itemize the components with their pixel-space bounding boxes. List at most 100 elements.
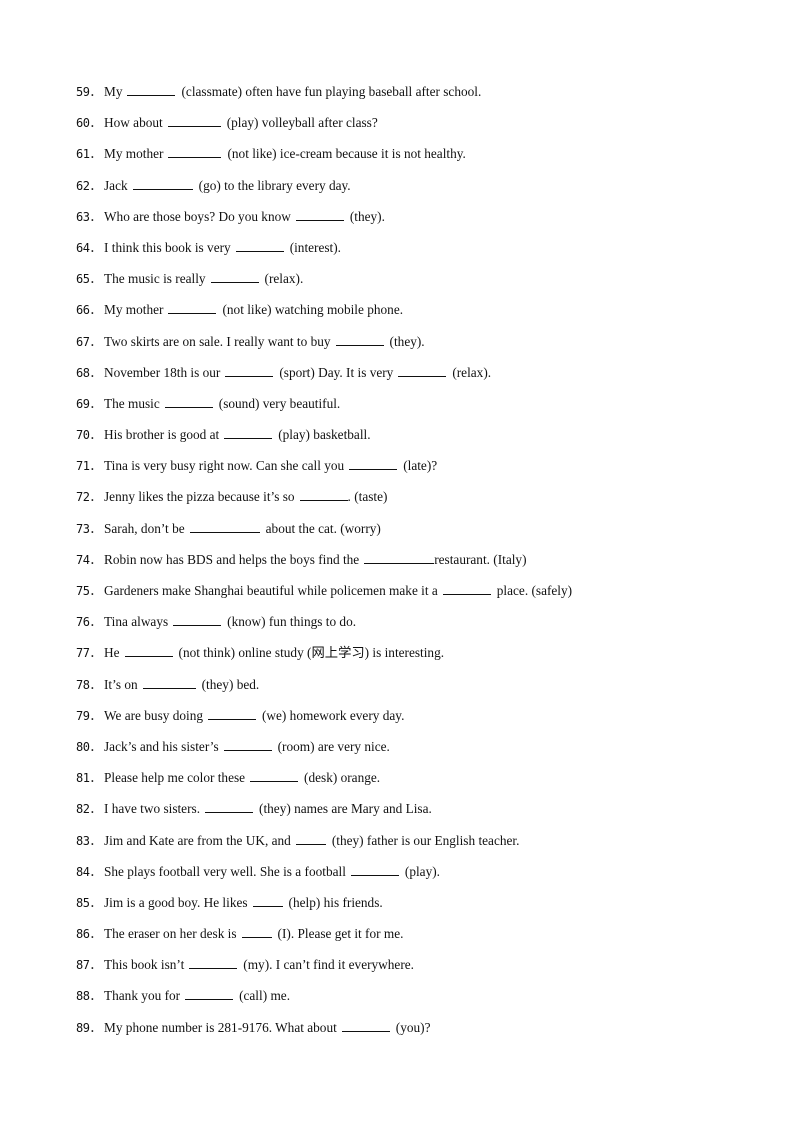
question-item: 77． He (not think) online study (网上学习) is …	[76, 644, 572, 675]
answer-blank[interactable]	[235, 239, 284, 252]
question-number: 89．	[76, 1020, 101, 1035]
answer-blank[interactable]	[167, 114, 221, 128]
answer-blank[interactable]	[124, 644, 173, 658]
question-number: 70．	[76, 428, 101, 443]
answer-blank[interactable]	[208, 707, 256, 720]
answer-blank[interactable]	[241, 925, 272, 939]
answer-blank[interactable]	[132, 177, 193, 190]
question-number: 62．	[76, 178, 101, 193]
question-number: 64．	[76, 240, 101, 255]
answer-blank[interactable]	[398, 364, 447, 377]
question-number: 85．	[76, 895, 101, 910]
question-item: 62． Jack (go) to the library every day.	[76, 177, 572, 208]
question-number: 82．	[76, 802, 101, 817]
question-text-after-blank: (know) fun things to do.	[227, 614, 357, 630]
answer-blank[interactable]	[364, 551, 435, 564]
answer-blank[interactable]	[210, 270, 259, 284]
question-item: 63． Who are those boys? Do you know (they)…	[76, 208, 572, 239]
question-text-after-blank: place. (safely)	[496, 583, 573, 598]
question-item: 79． We are busy doing (we) homework every …	[76, 707, 572, 738]
answer-blank[interactable]	[168, 145, 222, 159]
question-item: 78． It’s on (they) bed.	[76, 676, 572, 707]
question-number: 66．	[76, 303, 101, 318]
question-text-before-blank: Jack	[104, 177, 128, 193]
question-item: 68． November 18th is our (sport) Day. It i…	[76, 364, 572, 395]
question-text-before-blank: We are busy doing	[104, 707, 203, 723]
answer-blank[interactable]	[299, 488, 348, 502]
answer-blank[interactable]	[295, 208, 344, 221]
question-text-before-blank: This book isn’t	[104, 957, 185, 973]
answer-blank[interactable]	[164, 395, 213, 408]
answer-blank[interactable]	[225, 364, 274, 377]
question-item: 70． His brother is good at (play) basketba…	[76, 426, 572, 457]
answer-blank[interactable]	[442, 582, 491, 595]
question-text-after-blank: (relax).	[264, 271, 304, 287]
question-text-before-blank: Please help me color these	[104, 770, 246, 786]
answer-blank[interactable]	[252, 894, 283, 907]
question-number: 72．	[76, 490, 101, 505]
answer-blank[interactable]	[335, 333, 384, 346]
question-item: 85． Jim is a good boy. He likes (help) his…	[76, 894, 572, 925]
question-text-after-blank: . (taste)	[347, 489, 388, 505]
question-number: 63．	[76, 209, 101, 224]
question-item: 81． Please help me color these (desk) oran…	[76, 769, 572, 800]
question-text-before-blank: Two skirts are on sale. I really want to…	[104, 333, 331, 349]
question-text-before-blank: Robin now has BDS and helps the boys fin…	[104, 551, 360, 567]
question-text-before-blank: She plays football very well. She is a f…	[104, 863, 346, 879]
question-text-after-blank: (room) are very nice.	[277, 738, 390, 754]
answer-blank[interactable]	[349, 457, 398, 471]
answer-blank[interactable]	[127, 83, 176, 96]
question-number: 88．	[76, 989, 101, 1004]
question-text-before-blank: November 18th is our	[104, 364, 221, 380]
answer-blank[interactable]	[185, 987, 234, 1001]
question-text-before-blank: He	[104, 645, 120, 661]
answer-blank[interactable]	[142, 676, 196, 689]
question-item: 87． This book isn’t (my). I can’t find it …	[76, 956, 572, 987]
question-item: 71． Tina is very busy right now. Can she …	[76, 457, 572, 488]
question-item: 60． How about (play) volleyball after clas…	[76, 114, 572, 145]
question-text-after-blank: (play) basketball.	[278, 427, 371, 443]
answer-blank[interactable]	[173, 613, 222, 627]
answer-blank[interactable]	[250, 769, 299, 783]
question-text-after-blank: (go) to the library every day.	[198, 177, 351, 193]
answer-blank[interactable]	[350, 863, 399, 876]
question-text-before-blank: His brother is good at	[104, 427, 220, 443]
answer-blank[interactable]	[341, 1019, 390, 1032]
question-item: 69． The music (sound) very beautiful.	[76, 395, 572, 426]
question-list: 59． My (classmate) often have fun playing …	[76, 83, 572, 1050]
answer-blank[interactable]	[205, 800, 254, 814]
question-number: 69．	[76, 396, 101, 411]
question-item: 59． My (classmate) often have fun playing …	[76, 83, 572, 114]
answer-blank[interactable]	[223, 738, 272, 751]
question-item: 88． Thank you for (call) me.	[76, 987, 572, 1018]
question-text-after-blank: (late)?	[403, 458, 438, 474]
question-text-after-blank: (call) me.	[239, 988, 291, 1004]
question-text-after-blank: (desk) orange.	[304, 770, 381, 786]
question-text-after-blank: (they) bed.	[201, 676, 260, 692]
answer-blank[interactable]	[224, 426, 273, 440]
question-text-after-blank: (they) father is our English teacher.	[331, 832, 520, 848]
question-text-before-blank: Jim and Kate are from the UK, and	[104, 832, 291, 848]
question-text-before-blank: My mother	[104, 146, 164, 162]
question-item: 83． Jim and Kate are from the UK, and (the…	[76, 832, 572, 863]
question-text-before-blank: Jenny likes the pizza because it’s so	[104, 489, 295, 505]
question-text-before-blank: The music is really	[104, 271, 206, 287]
question-text-after-blank: (not like) ice-cream because it is not h…	[227, 146, 466, 162]
answer-blank[interactable]	[295, 832, 326, 845]
question-text-after-blank: (relax).	[452, 364, 492, 380]
question-number: 78．	[76, 677, 101, 692]
question-number: 65．	[76, 272, 101, 287]
question-text-after-blank: (you)?	[395, 1019, 431, 1035]
question-number: 74．	[76, 552, 101, 567]
question-text-before-blank: Sarah, don’t be	[104, 520, 185, 536]
question-text-before-blank: Jim is a good boy. He likes	[104, 894, 248, 910]
question-text-after-blank: (they).	[349, 208, 385, 224]
answer-blank[interactable]	[189, 520, 260, 533]
answer-blank[interactable]	[168, 301, 217, 315]
question-text-before-blank: My mother	[104, 302, 164, 318]
question-item: 84． She plays football very well. She is …	[76, 863, 572, 894]
question-text-before-blank: My	[104, 84, 123, 99]
question-item: 66． My mother (not like) watching mobile p…	[76, 301, 572, 332]
question-text-after-blank: (they).	[389, 333, 425, 349]
answer-blank[interactable]	[189, 956, 238, 970]
